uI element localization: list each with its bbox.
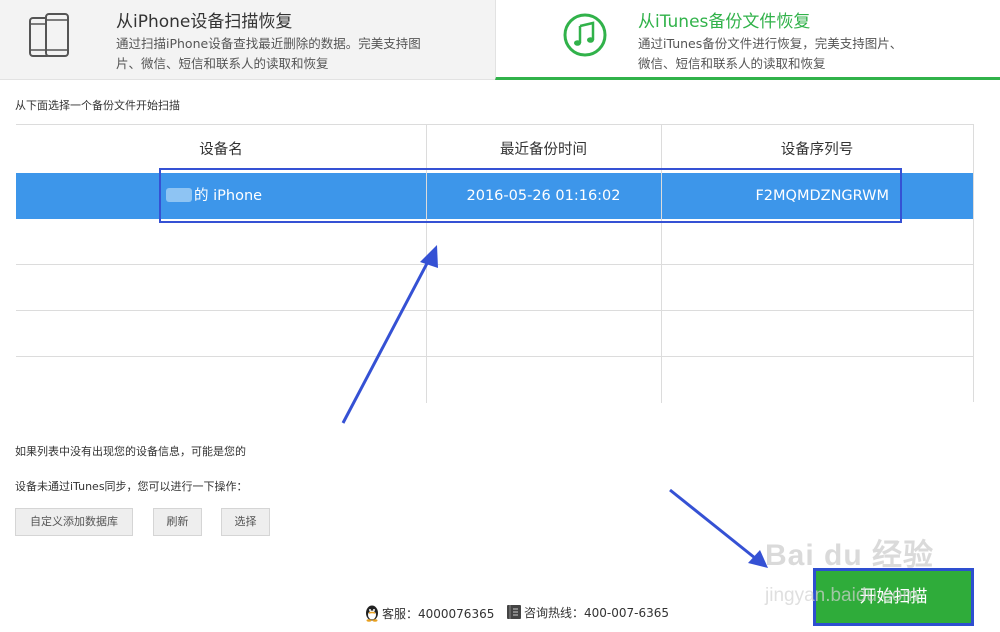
help-note-line1: 如果列表中没有出现您的设备信息，可能是您的 (15, 445, 246, 458)
cell-device-name: 的 iPhone (16, 173, 426, 219)
tab-iphone-scan[interactable]: 从iPhone设备扫描恢复 通过扫描iPhone设备查找最近删除的数据。完美支持… (0, 0, 495, 80)
table-row-empty (16, 311, 973, 357)
arrow-to-start-button (669, 488, 761, 564)
mode-tab-bar: 从iPhone设备扫描恢复 通过扫描iPhone设备查找最近删除的数据。完美支持… (0, 0, 1000, 80)
backup-table: 设备名 最近备份时间 设备序列号 的 iPhone 2016-05-26 01:… (16, 124, 974, 403)
custom-add-database-button[interactable]: 自定义添加数据库 (15, 508, 133, 536)
tab-title: 从iPhone设备扫描恢复 (116, 12, 293, 32)
cell-backup-time: 2016-05-26 01:16:02 (466, 188, 621, 204)
phone-book-icon (506, 604, 522, 623)
column-header-serial[interactable]: 设备序列号 (661, 125, 973, 173)
footer-hotline: 咨询热线：400-007-6365 (506, 604, 669, 623)
table-row-empty (16, 357, 973, 403)
table-row-empty (16, 265, 973, 311)
column-divider (426, 125, 427, 403)
tab-description: 通过扫描iPhone设备查找最近删除的数据。完美支持图片、微信、短信和联系人的读… (116, 36, 421, 71)
tab-title: 从iTunes备份文件恢复 (638, 12, 811, 32)
column-header-backup-time[interactable]: 最近备份时间 (426, 125, 661, 173)
column-divider (661, 125, 662, 403)
instruction-text: 从下面选择一个备份文件开始扫描 (15, 99, 180, 112)
table-row-empty (16, 219, 973, 265)
music-note-icon (562, 12, 608, 62)
footer-qq-service: 客服：4000076365 (364, 604, 494, 625)
qq-penguin-icon (364, 604, 380, 625)
redacted-name (166, 188, 192, 202)
watermark-url: jingyan.baidu.com (765, 585, 919, 606)
help-note-line2: 设备未通过iTunes同步，您可以进行一下操作： (15, 480, 248, 493)
cell-serial: F2MQMDZNGRWM (755, 188, 889, 204)
tab-description: 通过iTunes备份文件进行恢复，完美支持图片、微信、短信和联系人的读取和恢复 (638, 36, 903, 71)
table-header: 设备名 最近备份时间 设备序列号 (16, 125, 973, 173)
table-row[interactable]: 的 iPhone 2016-05-26 01:16:02 F2MQMDZNGRW… (16, 173, 973, 219)
tab-itunes-backup[interactable]: 从iTunes备份文件恢复 通过iTunes备份文件进行恢复，完美支持图片、微信… (495, 0, 1000, 80)
watermark-logo: Bai du 经验 (765, 539, 935, 572)
select-button[interactable]: 选择 (221, 508, 270, 536)
refresh-button[interactable]: 刷新 (153, 508, 202, 536)
column-header-device-name[interactable]: 设备名 (16, 125, 426, 173)
iphone-icon (28, 12, 72, 64)
